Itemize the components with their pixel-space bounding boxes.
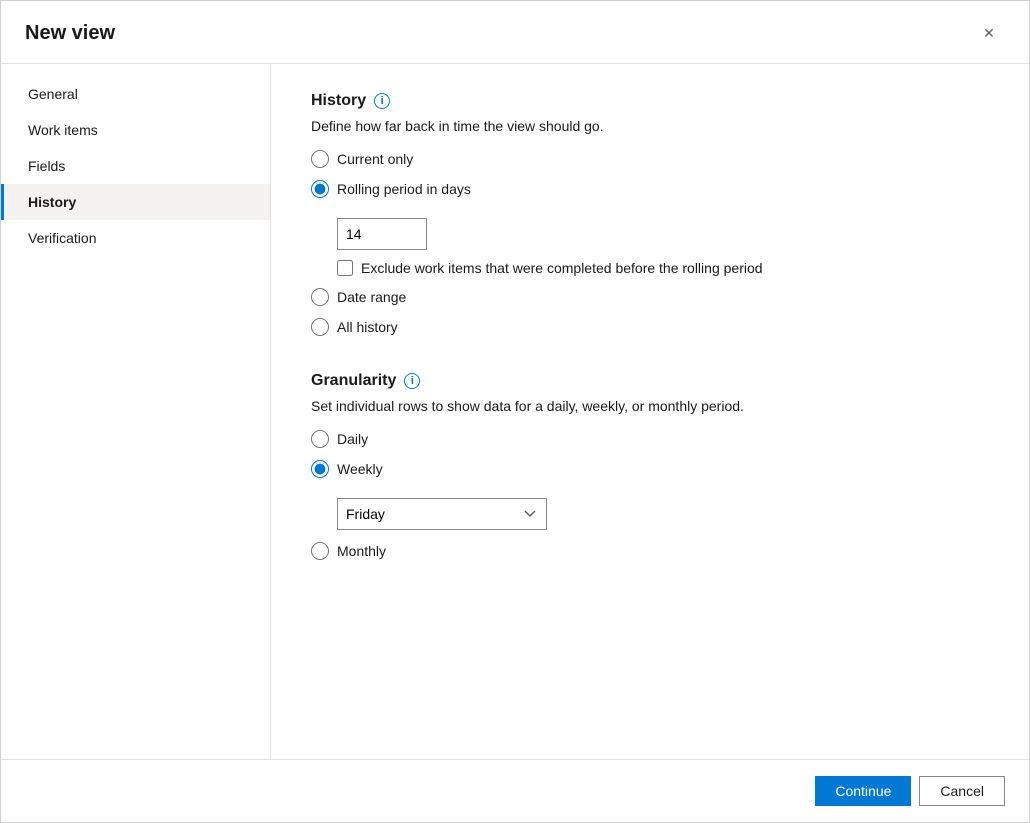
sidebar-item-history[interactable]: History bbox=[1, 184, 270, 220]
granularity-option-weekly[interactable]: Weekly bbox=[311, 460, 989, 478]
granularity-section-header: Granularity i bbox=[311, 372, 989, 390]
history-radio-date-range[interactable] bbox=[311, 288, 329, 306]
sidebar-item-fields[interactable]: Fields bbox=[1, 148, 270, 184]
rolling-period-input[interactable] bbox=[337, 218, 427, 250]
dialog-body: General Work items Fields History Verifi… bbox=[1, 64, 1029, 759]
history-option-date-range[interactable]: Date range bbox=[311, 288, 989, 306]
history-radio-group: Current only Rolling period in days bbox=[311, 150, 989, 336]
sidebar-item-verification[interactable]: Verification bbox=[1, 220, 270, 256]
sidebar-item-label-verification: Verification bbox=[28, 230, 96, 246]
dialog-title: New view bbox=[25, 22, 115, 45]
sidebar-item-label-fields: Fields bbox=[28, 158, 65, 174]
history-option-current-only[interactable]: Current only bbox=[311, 150, 989, 168]
cancel-button[interactable]: Cancel bbox=[919, 776, 1005, 806]
granularity-option-daily[interactable]: Daily bbox=[311, 430, 989, 448]
rolling-period-input-wrapper bbox=[337, 218, 989, 250]
history-section-title: History bbox=[311, 92, 366, 110]
weekly-details: Monday Tuesday Wednesday Thursday Friday… bbox=[337, 498, 989, 530]
granularity-radio-group: Daily Weekly Monday Tuesday Wednesday bbox=[311, 430, 989, 560]
history-option-all-history[interactable]: All history bbox=[311, 318, 989, 336]
history-description: Define how far back in time the view sho… bbox=[311, 118, 989, 134]
dialog-footer: Continue Cancel bbox=[1, 759, 1029, 822]
granularity-description: Set individual rows to show data for a d… bbox=[311, 398, 989, 414]
granularity-option-monthly[interactable]: Monthly bbox=[311, 542, 989, 560]
history-section-header: History i bbox=[311, 92, 989, 110]
granularity-radio-monthly[interactable] bbox=[311, 542, 329, 560]
exclude-checkbox[interactable] bbox=[337, 260, 353, 276]
exclude-label: Exclude work items that were completed b… bbox=[361, 260, 763, 276]
history-radio-current-only[interactable] bbox=[311, 150, 329, 168]
sidebar-item-label-general: General bbox=[28, 86, 78, 102]
granularity-section: Granularity i Set individual rows to sho… bbox=[311, 372, 989, 560]
new-view-dialog: New view ✕ General Work items Fields His… bbox=[0, 0, 1030, 823]
granularity-label-monthly: Monthly bbox=[337, 543, 386, 559]
weekly-day-dropdown[interactable]: Monday Tuesday Wednesday Thursday Friday… bbox=[337, 498, 547, 530]
history-radio-rolling-period[interactable] bbox=[311, 180, 329, 198]
granularity-label-daily: Daily bbox=[337, 431, 368, 447]
dialog-header: New view ✕ bbox=[1, 1, 1029, 64]
history-label-all-history: All history bbox=[337, 319, 398, 335]
history-section: History i Define how far back in time th… bbox=[311, 92, 989, 336]
history-option-rolling-period[interactable]: Rolling period in days bbox=[311, 180, 989, 198]
sidebar-item-work-items[interactable]: Work items bbox=[1, 112, 270, 148]
history-label-date-range: Date range bbox=[337, 289, 406, 305]
history-label-current-only: Current only bbox=[337, 151, 413, 167]
sidebar-item-label-work-items: Work items bbox=[28, 122, 98, 138]
rolling-period-details: Exclude work items that were completed b… bbox=[337, 218, 989, 276]
granularity-section-title: Granularity bbox=[311, 372, 396, 390]
close-button[interactable]: ✕ bbox=[973, 17, 1005, 49]
sidebar: General Work items Fields History Verifi… bbox=[1, 64, 271, 759]
granularity-info-icon[interactable]: i bbox=[404, 373, 420, 389]
sidebar-item-general[interactable]: General bbox=[1, 76, 270, 112]
history-label-rolling-period: Rolling period in days bbox=[337, 181, 471, 197]
granularity-radio-weekly[interactable] bbox=[311, 460, 329, 478]
content-area: History i Define how far back in time th… bbox=[271, 64, 1029, 759]
exclude-checkbox-option[interactable]: Exclude work items that were completed b… bbox=[337, 260, 989, 276]
continue-button[interactable]: Continue bbox=[815, 776, 911, 806]
granularity-label-weekly: Weekly bbox=[337, 461, 383, 477]
history-radio-all-history[interactable] bbox=[311, 318, 329, 336]
history-info-icon[interactable]: i bbox=[374, 93, 390, 109]
sidebar-item-label-history: History bbox=[28, 194, 76, 210]
granularity-radio-daily[interactable] bbox=[311, 430, 329, 448]
close-icon: ✕ bbox=[983, 25, 995, 42]
